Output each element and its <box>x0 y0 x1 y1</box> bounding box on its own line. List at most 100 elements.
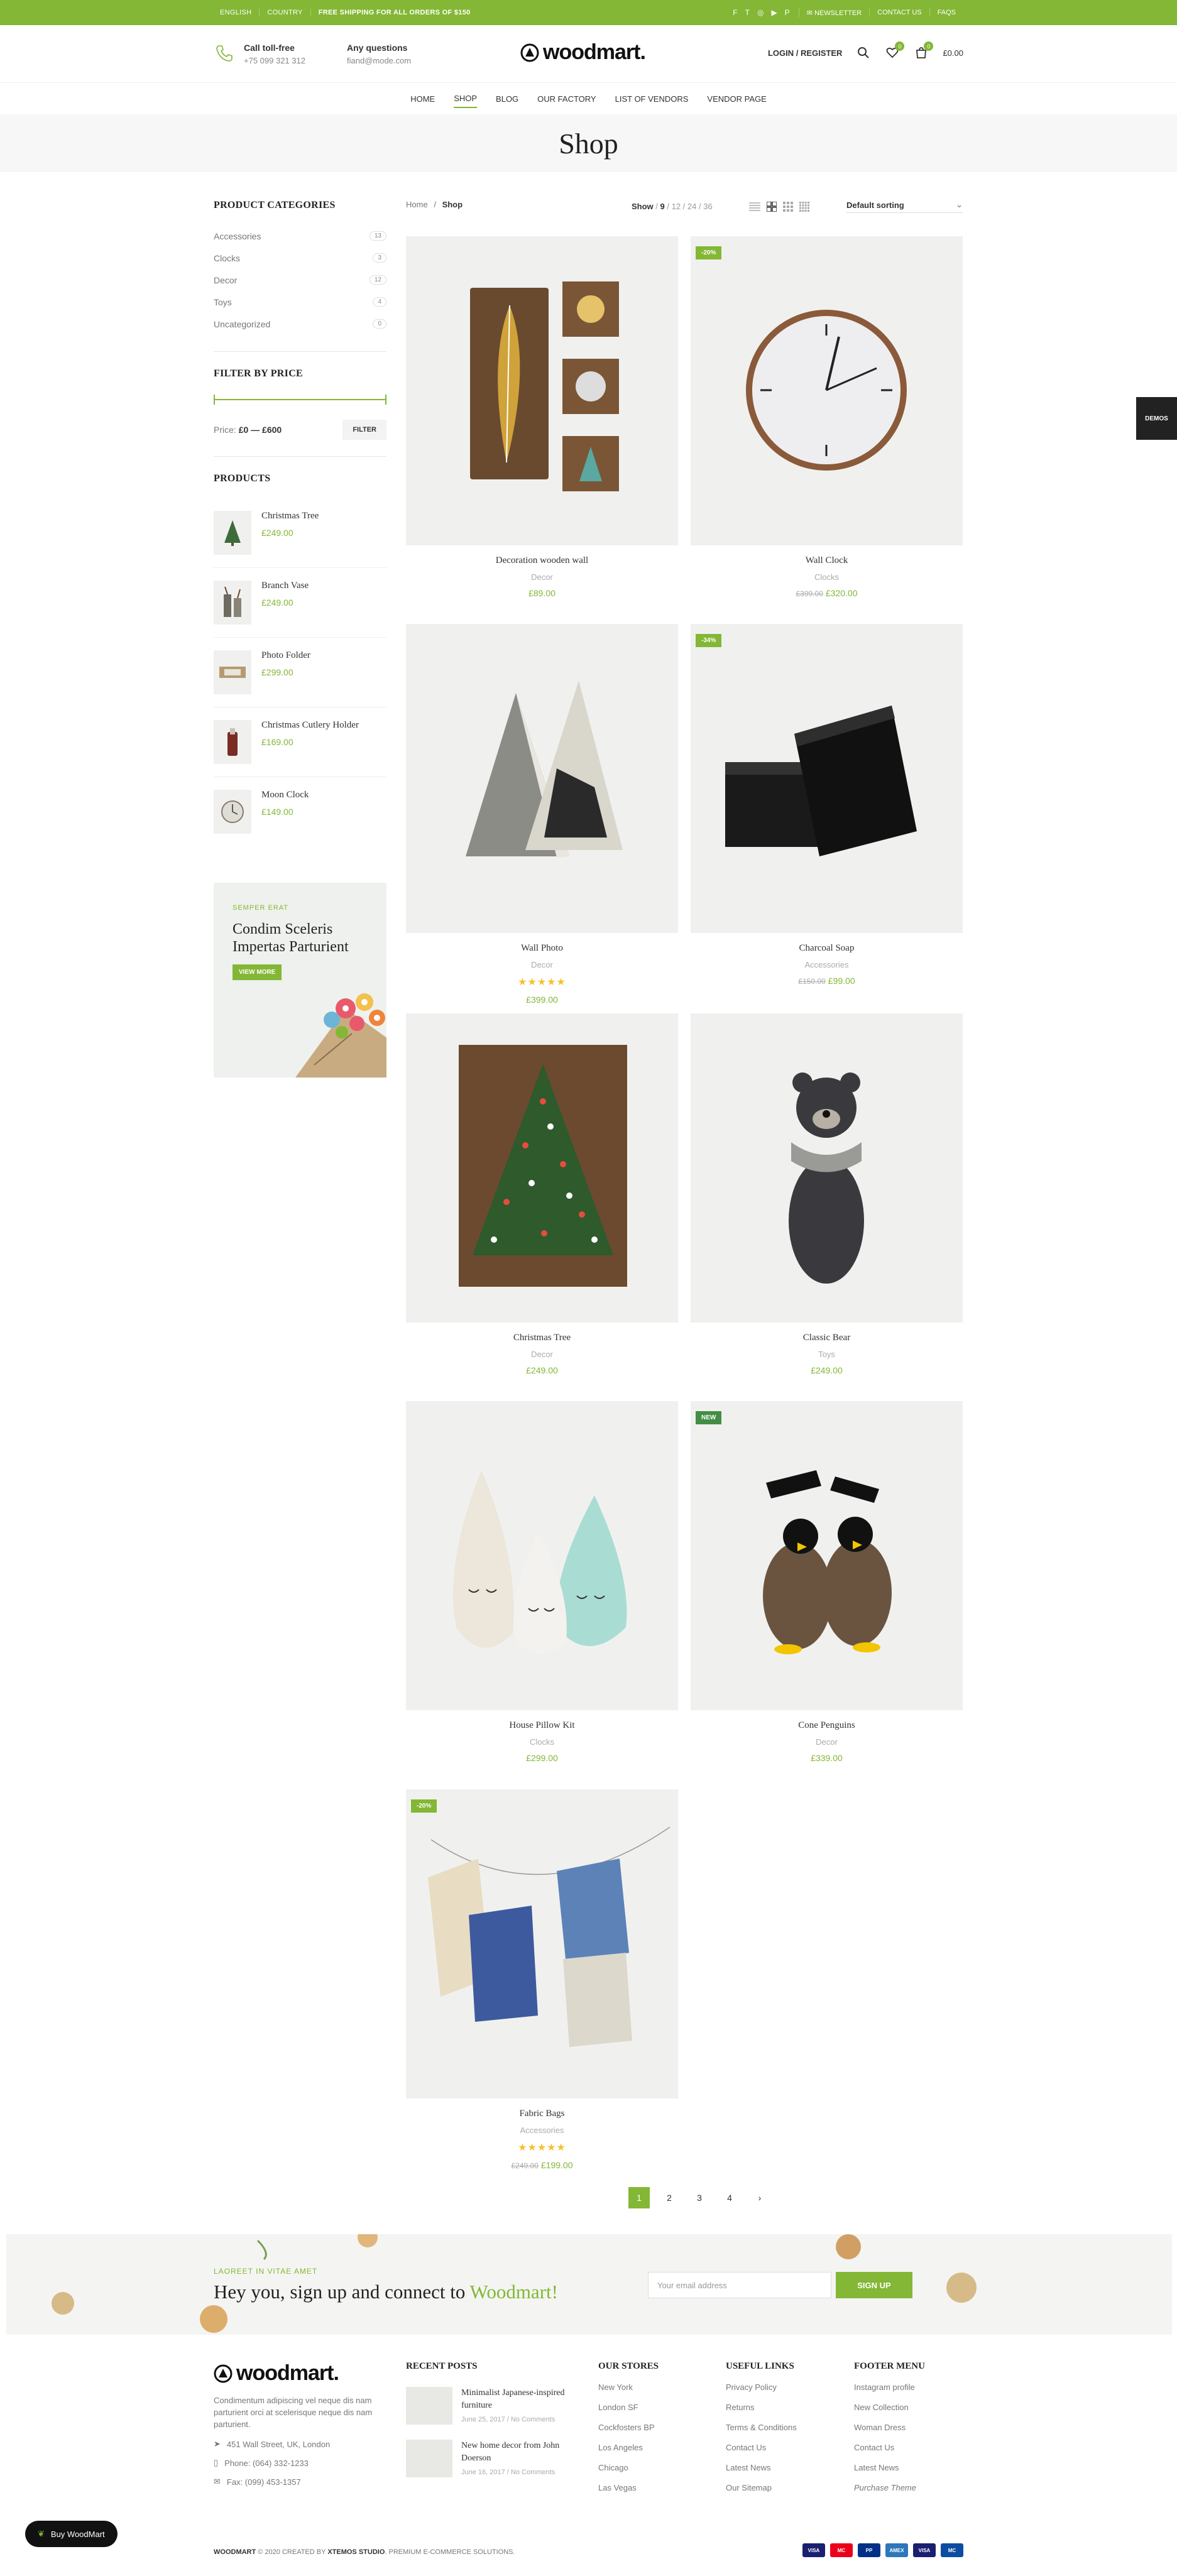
product-card[interactable]: Christmas Tree Decor £249.00 <box>406 1013 678 1375</box>
useful-link[interactable]: Returns <box>726 2403 797 2412</box>
language-switcher[interactable]: English <box>214 9 260 16</box>
product-category[interactable]: Decor <box>406 960 678 969</box>
product-category[interactable]: Accessories <box>691 960 963 969</box>
newsletter-link[interactable]: ✉ Newsletter <box>799 8 870 17</box>
xtemos-link[interactable]: Xtemos Studio <box>327 2548 385 2556</box>
product-name[interactable]: Branch Vase <box>261 581 309 591</box>
product-thumbnail[interactable] <box>214 581 251 625</box>
store-link[interactable]: London SF <box>598 2403 659 2412</box>
nav-shop[interactable]: Shop <box>454 90 478 108</box>
grid-2-view-icon[interactable] <box>767 201 777 212</box>
product-card[interactable]: -20% Fabric Bags Accessories ★★★★★ £249.… <box>406 1789 678 2170</box>
breadcrumb-home[interactable]: Home <box>406 200 428 209</box>
list-view-icon[interactable] <box>749 202 761 211</box>
product-card[interactable]: Decoration wooden wall Decor £89.00 <box>406 236 678 598</box>
useful-link[interactable]: Latest News <box>726 2463 797 2472</box>
nav-vendor-page[interactable]: Vendor Page <box>707 90 766 107</box>
product-card[interactable]: House Pillow Kit Clocks £299.00 <box>406 1401 678 1763</box>
category-item-accessories[interactable]: Accessories 13 <box>214 225 386 247</box>
nav-blog[interactable]: Blog <box>496 90 518 107</box>
cart-icon[interactable]: 0 <box>914 41 934 60</box>
product-image[interactable] <box>691 1013 963 1323</box>
post-thumbnail[interactable] <box>406 2387 452 2425</box>
product-name[interactable]: Classic Bear <box>691 1333 963 1343</box>
widget-product-item[interactable]: Christmas Tree £249.00 <box>214 498 386 568</box>
recent-post[interactable]: New home decor from John Doerson June 16,… <box>406 2440 581 2477</box>
store-link[interactable]: Los Angeles <box>598 2443 659 2452</box>
product-name[interactable]: Wall Clock <box>691 555 963 566</box>
filter-button[interactable]: Filter <box>342 420 386 440</box>
store-link[interactable]: Cockfosters BP <box>598 2423 659 2432</box>
product-category[interactable]: Clocks <box>691 572 963 582</box>
view-more-button[interactable]: View More <box>233 964 282 980</box>
product-image[interactable] <box>406 1401 678 1710</box>
grid-4-view-icon[interactable] <box>799 201 810 212</box>
product-card[interactable]: Wall Photo Decor ★★★★★ £399.00 <box>406 624 678 1005</box>
page-1[interactable]: 1 <box>628 2187 650 2208</box>
product-category[interactable]: Decor <box>406 572 678 582</box>
footer-menu-link[interactable]: Instagram profile <box>854 2382 925 2392</box>
product-thumbnail[interactable] <box>214 790 251 834</box>
product-name[interactable]: House Pillow Kit <box>406 1720 678 1731</box>
widget-product-item[interactable]: Christmas Cutlery Holder £169.00 <box>214 707 386 777</box>
post-title[interactable]: Minimalist Japanese-inspired furniture <box>461 2387 581 2412</box>
product-name[interactable]: Christmas Tree <box>406 1333 678 1343</box>
price-slider[interactable] <box>214 395 386 405</box>
product-name[interactable]: Decoration wooden wall <box>406 555 678 566</box>
product-image[interactable] <box>406 236 678 545</box>
promo-banner[interactable]: Semper Erat Condim Sceleris Impertas Par… <box>214 883 386 1078</box>
store-link[interactable]: New York <box>598 2382 659 2392</box>
widget-product-item[interactable]: Moon Clock £149.00 <box>214 777 386 846</box>
page-3[interactable]: 3 <box>689 2187 710 2208</box>
post-title[interactable]: New home decor from John Doerson <box>461 2440 581 2465</box>
page-4[interactable]: 4 <box>719 2187 740 2208</box>
product-name[interactable]: Charcoal Soap <box>691 943 963 954</box>
per-page-24[interactable]: 24 <box>687 202 696 211</box>
cart-total[interactable]: £0.00 <box>943 48 963 58</box>
product-thumbnail[interactable] <box>214 511 251 555</box>
twitter-icon[interactable]: t <box>745 8 750 17</box>
page-2[interactable]: 2 <box>659 2187 680 2208</box>
product-name[interactable]: Moon Clock <box>261 790 309 800</box>
pinterest-icon[interactable]: p <box>785 8 790 17</box>
faqs-link[interactable]: FAQs <box>930 9 963 16</box>
footer-menu-link[interactable]: Woman Dress <box>854 2423 925 2432</box>
sign-up-button[interactable]: Sign up <box>836 2272 912 2298</box>
product-card[interactable]: Classic Bear Toys £249.00 <box>691 1013 963 1375</box>
product-name[interactable]: Christmas Cutlery Holder <box>261 720 359 731</box>
product-image[interactable]: -34% <box>691 624 963 933</box>
nav-list-of-vendors[interactable]: List of Vendors <box>615 90 689 107</box>
country-switcher[interactable]: Country <box>260 9 311 16</box>
product-name[interactable]: Christmas Tree <box>261 511 319 521</box>
next-page-icon[interactable]: › <box>749 2187 770 2208</box>
price-slider-max-handle[interactable] <box>385 395 386 405</box>
product-thumbnail[interactable] <box>214 650 251 694</box>
login-register-link[interactable]: Login / Register <box>768 48 842 58</box>
product-card[interactable]: -34% Charcoal Soap Accessories £150.00 £9… <box>691 624 963 986</box>
store-link[interactable]: Las Vegas <box>598 2483 659 2492</box>
contact-link[interactable]: Contact us <box>870 9 930 16</box>
logo[interactable]: woodmart. <box>520 40 646 65</box>
product-card[interactable]: -20% Wall Clock Clocks £399.00 £320.00 <box>691 236 963 598</box>
product-category[interactable]: Clocks <box>406 1737 678 1747</box>
product-name[interactable]: Fabric Bags <box>406 2109 678 2119</box>
product-category[interactable]: Accessories <box>406 2126 678 2135</box>
price-slider-min-handle[interactable] <box>214 395 215 405</box>
footer-menu-link[interactable]: Purchase Theme <box>854 2483 925 2492</box>
post-thumbnail[interactable] <box>406 2440 452 2477</box>
useful-link[interactable]: Contact Us <box>726 2443 797 2452</box>
product-image[interactable]: New <box>691 1401 963 1710</box>
footer-logo[interactable]: woodmart. <box>214 2361 383 2386</box>
per-page-36[interactable]: 36 <box>703 202 712 211</box>
product-name[interactable]: Photo Folder <box>261 650 310 661</box>
facebook-icon[interactable]: f <box>733 8 737 17</box>
product-category[interactable]: Toys <box>691 1350 963 1359</box>
category-item-clocks[interactable]: Clocks 3 <box>214 247 386 269</box>
newsletter-email-input[interactable]: Your email address <box>648 2272 831 2298</box>
category-item-toys[interactable]: Toys 4 <box>214 291 386 313</box>
widget-product-item[interactable]: Photo Folder £299.00 <box>214 638 386 707</box>
product-card[interactable]: New Cone Penguins Decor £339.00 <box>691 1401 963 1763</box>
demos-button[interactable]: Demos <box>1136 397 1177 440</box>
buy-woodmart-button[interactable]: ❦ Buy WoodMart <box>25 2521 118 2547</box>
product-name[interactable]: Cone Penguins <box>691 1720 963 1731</box>
